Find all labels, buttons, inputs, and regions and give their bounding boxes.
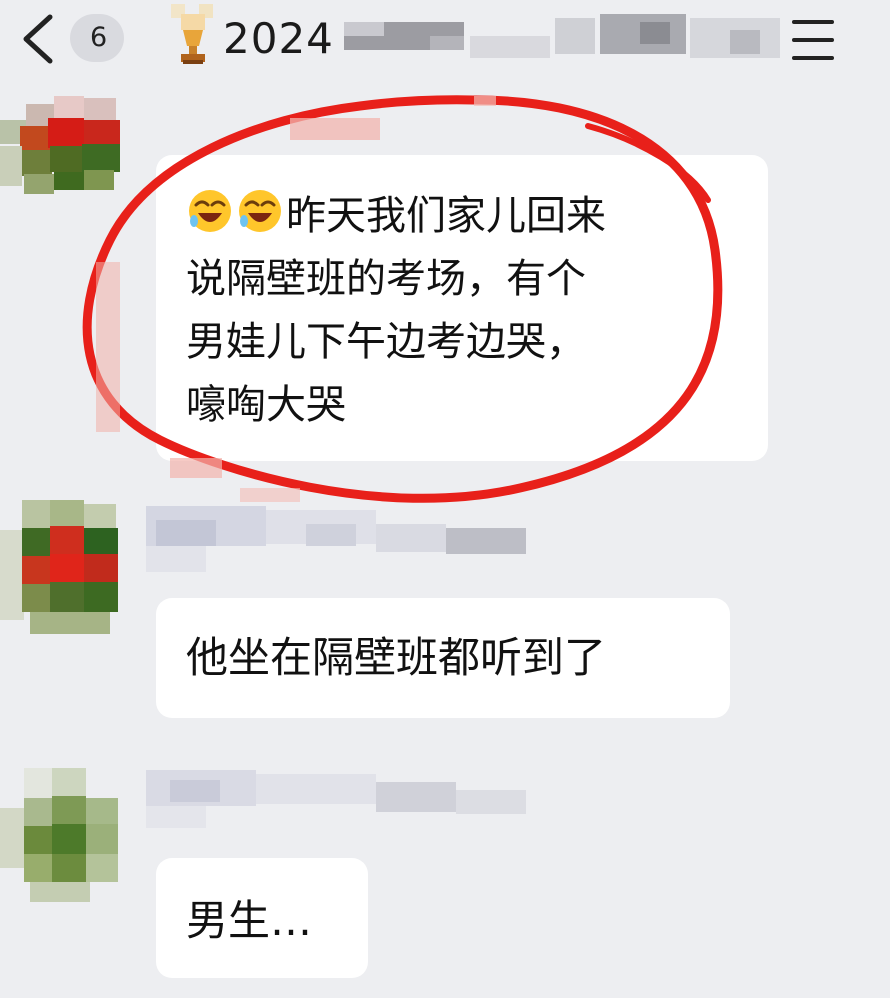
laughing-crying-face-icon <box>239 190 281 232</box>
blurred-sender-name <box>146 770 536 830</box>
blurred-title-mosaic <box>640 22 670 44</box>
laughing-crying-face-icon <box>189 190 231 232</box>
blurred-title-mosaic <box>344 22 384 36</box>
chat-header: 6 2024 <box>0 0 890 84</box>
blurred-title-mosaic <box>555 18 595 54</box>
message-line: 说隔壁班的考场，有个 <box>186 256 586 302</box>
message-text: 男生… <box>186 896 313 945</box>
message-line: 嚎啕大哭 <box>186 382 346 428</box>
avatar[interactable] <box>0 768 140 908</box>
chevron-left-icon <box>23 14 53 64</box>
unread-count-badge: 6 <box>70 14 124 62</box>
blurred-title-mosaic <box>430 36 464 50</box>
message-line: 男娃儿下午边考边哭， <box>186 319 586 365</box>
back-button[interactable] <box>10 8 66 70</box>
blurred-title-mosaic <box>470 36 550 58</box>
message-bubble[interactable]: 昨天我们家儿回来 说隔壁班的考场，有个 男娃儿下午边考边哭， 嚎啕大哭 <box>156 155 768 461</box>
blurred-title-mosaic <box>730 30 760 54</box>
trophy-emoji-icon <box>171 4 213 64</box>
chat-screen: 6 2024 昨天我们家儿回来 说隔壁班的考场，有个 男娃儿下午边考边哭， 嚎啕… <box>0 0 890 998</box>
avatar[interactable] <box>0 96 140 196</box>
message-text: 昨天我们家儿回来 <box>286 193 606 239</box>
message-bubble[interactable]: 他坐在隔壁班都听到了 <box>156 598 730 718</box>
message-line: 昨天我们家儿回来 <box>186 185 750 248</box>
chat-title: 2024 <box>223 14 334 63</box>
blurred-sender-name <box>146 506 536 574</box>
menu-button[interactable] <box>786 16 842 64</box>
message-bubble[interactable]: 男生… <box>156 858 368 978</box>
message-text: 他坐在隔壁班都听到了 <box>186 633 607 682</box>
avatar[interactable] <box>0 500 140 640</box>
